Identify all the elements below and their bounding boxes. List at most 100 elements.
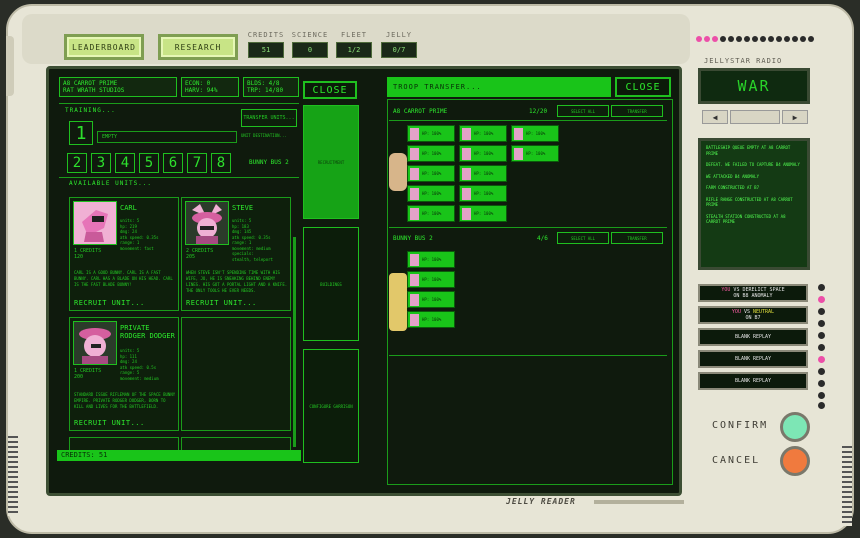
brand-line bbox=[594, 500, 684, 504]
cancel-label: CANCEL bbox=[712, 455, 761, 466]
replay-5[interactable]: BLANK REPLAY bbox=[698, 372, 808, 390]
unit-description: WHEN STEVE ISN'T SPENDING TIME WITH HIS … bbox=[186, 270, 288, 293]
troop-transfer-title: TROOP TRANSFER... bbox=[387, 77, 611, 97]
unit-name: CARL bbox=[120, 204, 137, 212]
troop-slot[interactable]: HP: 100% bbox=[407, 145, 455, 162]
bus-thumb bbox=[389, 273, 407, 331]
unit-cost: 2 CREDITS 205 bbox=[186, 248, 214, 260]
bunny-icon bbox=[462, 128, 471, 140]
confirm-button[interactable] bbox=[780, 412, 810, 442]
credits-bar: CREDITS: 51 bbox=[57, 450, 301, 461]
troop-transfer-panel: TROOP TRANSFER... CLOSE A8 CARROT PRIME … bbox=[387, 77, 673, 485]
troop-slot[interactable]: HP: 100% bbox=[459, 205, 507, 222]
queue-slot-5[interactable]: 5 bbox=[139, 153, 159, 173]
next-arrow-icon[interactable]: ▶ bbox=[782, 110, 808, 124]
unit-destination-label: UNIT DESTINATION... bbox=[241, 133, 287, 138]
recruitment-tab[interactable]: RECRUITMENT bbox=[303, 105, 359, 219]
replay-you: YOU bbox=[731, 309, 741, 315]
troop-slot[interactable]: HP: 100% bbox=[407, 125, 455, 142]
unit-card-rodger-dodger[interactable]: PRIVATE RODGER DODGER units: 5 hp: 111 d… bbox=[69, 317, 179, 431]
queue-slot-current[interactable]: 1 bbox=[69, 121, 93, 145]
cancel-button[interactable] bbox=[780, 446, 810, 476]
bunny-icon bbox=[410, 128, 419, 140]
radio-mode-display: WAR bbox=[698, 68, 810, 104]
leaderboard-button[interactable]: LEADERBOARD bbox=[64, 34, 144, 60]
replay-location: ON B8 ANOMALY bbox=[733, 293, 773, 299]
garrison-select-all[interactable]: SELECT ALL bbox=[557, 105, 609, 117]
troop-slot[interactable]: HP: 100% bbox=[459, 125, 507, 142]
troop-slot[interactable]: HP: 100% bbox=[459, 185, 507, 202]
buildings-tab[interactable]: BUILDINGS bbox=[303, 227, 359, 341]
blds-value: BLDS: 4/8 bbox=[247, 80, 280, 87]
replay-3[interactable]: BLANK REPLAY bbox=[698, 328, 808, 346]
unit-description: STANDARD ISSUE RIFLEMAN OF THE SPACE BUN… bbox=[74, 392, 176, 409]
close-button[interactable]: CLOSE bbox=[303, 81, 357, 99]
recruit-button[interactable]: RECRUIT UNIT... bbox=[74, 419, 145, 427]
unit-card-steve[interactable]: STEVE units: 5 hp: 183 dmg: 145 atk spee… bbox=[181, 197, 291, 311]
troop-slot[interactable]: HP: 100% bbox=[407, 185, 455, 202]
troop-hp: HP: 100% bbox=[474, 151, 494, 156]
bus-select-all[interactable]: SELECT ALL bbox=[557, 232, 609, 244]
prev-arrow-icon[interactable]: ◀ bbox=[702, 110, 728, 124]
configure-garrison-tab[interactable]: CONFIGURE GARRISON bbox=[303, 349, 359, 463]
left-vent bbox=[8, 436, 18, 516]
replay-4[interactable]: BLANK REPLAY bbox=[698, 350, 808, 368]
troop-slot[interactable]: HP: 100% bbox=[407, 165, 455, 182]
bunny-icon bbox=[410, 208, 419, 220]
replay-2[interactable]: YOU VS NEUTRAL ON B7 bbox=[698, 306, 808, 324]
queue-slot-7[interactable]: 7 bbox=[187, 153, 207, 173]
queue-slot-2[interactable]: 2 bbox=[67, 153, 87, 173]
transfer-units-button[interactable]: TRANSFER UNITS... bbox=[241, 109, 297, 127]
troop-hp: HP: 100% bbox=[474, 131, 494, 136]
log-entry: RIFLE RANGE CONSTRUCTED AT A8 CARROT PRI… bbox=[706, 196, 793, 208]
bus-troop-slot[interactable]: HP: 100% bbox=[407, 311, 455, 328]
unit-cost: 1 CREDITS 120 bbox=[74, 248, 102, 260]
queue-slot-3[interactable]: 3 bbox=[91, 153, 111, 173]
bus-count: 4/6 bbox=[537, 235, 548, 242]
bus-troop-slot[interactable]: HP: 100% bbox=[407, 251, 455, 268]
troop-slot[interactable]: HP: 100% bbox=[459, 165, 507, 182]
troop-hp: HP: 100% bbox=[422, 297, 442, 302]
scrollbar[interactable] bbox=[293, 237, 296, 447]
divider bbox=[59, 103, 299, 104]
bunny-icon bbox=[410, 168, 419, 180]
troop-slot[interactable]: HP: 100% bbox=[511, 145, 559, 162]
troop-slot[interactable]: HP: 100% bbox=[459, 145, 507, 162]
divider bbox=[389, 355, 667, 356]
bunny-icon bbox=[410, 188, 419, 200]
queue-slot-6[interactable]: 6 bbox=[163, 153, 183, 173]
replay-1[interactable]: YOU VS DERELICT SPACE ON B8 ANOMALY bbox=[698, 284, 808, 302]
bunny-icon bbox=[410, 148, 419, 160]
garrison-transfer[interactable]: TRANSFER bbox=[611, 105, 663, 117]
troop-slot[interactable]: HP: 100% bbox=[511, 125, 559, 142]
bus-troop-slot[interactable]: HP: 100% bbox=[407, 271, 455, 288]
bus-transfer[interactable]: TRANSFER bbox=[611, 232, 663, 244]
divider bbox=[389, 227, 667, 228]
troop-hp: HP: 100% bbox=[474, 171, 494, 176]
troop-hp: HP: 100% bbox=[422, 131, 442, 136]
unit-card-carl[interactable]: CARL units: 5 hp: 219 dmg: 24 atk speed:… bbox=[69, 197, 179, 311]
bunny-icon bbox=[514, 148, 523, 160]
queue-slot-4[interactable]: 4 bbox=[115, 153, 135, 173]
replay-location: ON B7 bbox=[745, 315, 761, 321]
available-units-title: AVAILABLE UNITS... bbox=[69, 180, 153, 187]
econ-value: ECON: 0 bbox=[185, 80, 211, 87]
jelly-label: JELLY bbox=[385, 31, 413, 39]
planet-name: A8 CARROT PRIME bbox=[63, 80, 118, 87]
research-button[interactable]: RESEARCH bbox=[158, 34, 238, 60]
building-stats: BLDS: 4/8 TRP: 14/80 bbox=[243, 77, 299, 97]
training-empty: EMPTY bbox=[97, 131, 237, 143]
transfer-close-button[interactable]: CLOSE bbox=[615, 77, 671, 97]
troop-hp: HP: 100% bbox=[474, 211, 494, 216]
recruit-button[interactable]: RECRUIT UNIT... bbox=[186, 299, 257, 307]
troop-slot[interactable]: HP: 100% bbox=[407, 205, 455, 222]
bunny-icon bbox=[410, 314, 419, 326]
main-screen: A8 CARROT PRIME RAT WRATH STUDIOS ECON: … bbox=[46, 66, 682, 496]
radio-spacer bbox=[730, 110, 780, 124]
right-vent bbox=[842, 446, 852, 526]
recruit-button[interactable]: RECRUIT UNIT... bbox=[74, 299, 145, 307]
queue-slot-8[interactable]: 8 bbox=[211, 153, 231, 173]
troop-hp: HP: 100% bbox=[526, 151, 546, 156]
troop-hp: HP: 100% bbox=[422, 171, 442, 176]
bus-troop-slot[interactable]: HP: 100% bbox=[407, 291, 455, 308]
